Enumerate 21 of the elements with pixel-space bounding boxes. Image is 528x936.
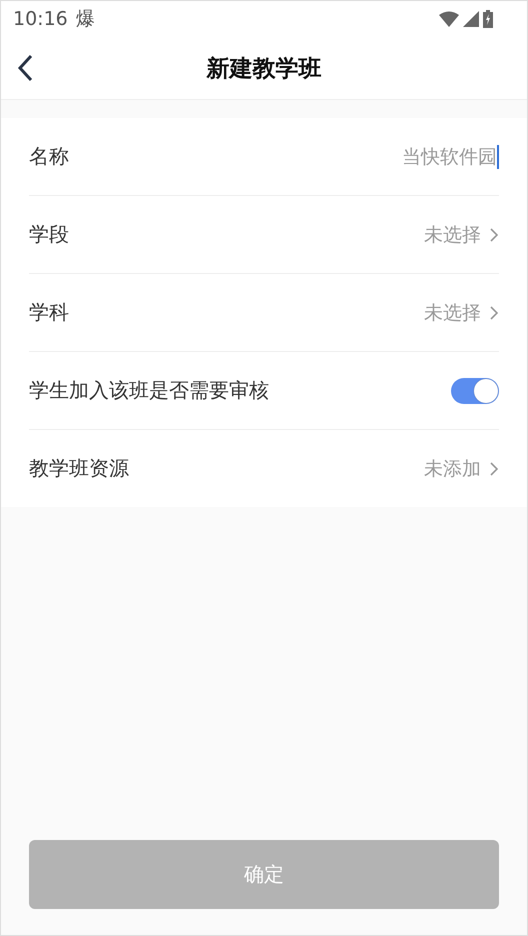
- page-title: 新建教学班: [206, 54, 322, 84]
- back-icon: [17, 54, 33, 82]
- field-label: 学科: [29, 299, 69, 326]
- select-value[interactable]: 未选择: [424, 300, 481, 326]
- name-input-field[interactable]: 当快软件园: [387, 146, 497, 168]
- status-time: 10:16: [13, 8, 68, 30]
- chevron-icon: [489, 460, 499, 478]
- field-label: 名称: [29, 143, 69, 170]
- field-label: 教学班资源: [29, 455, 129, 482]
- chevron-icon: [489, 226, 499, 244]
- select-value[interactable]: 未选择: [424, 222, 481, 248]
- text-cursor: [497, 144, 499, 168]
- battery-icon: [483, 10, 493, 28]
- toggle-switch[interactable]: [451, 378, 499, 404]
- wifi-icon: [439, 11, 459, 27]
- chevron-icon: [489, 304, 499, 322]
- field-label: 学生加入该班是否需要审核: [29, 377, 269, 404]
- select-value[interactable]: 未添加: [424, 456, 481, 482]
- notification-text: 爆: [76, 7, 95, 32]
- signal-icon: [463, 11, 479, 27]
- field-label: 学段: [29, 221, 69, 248]
